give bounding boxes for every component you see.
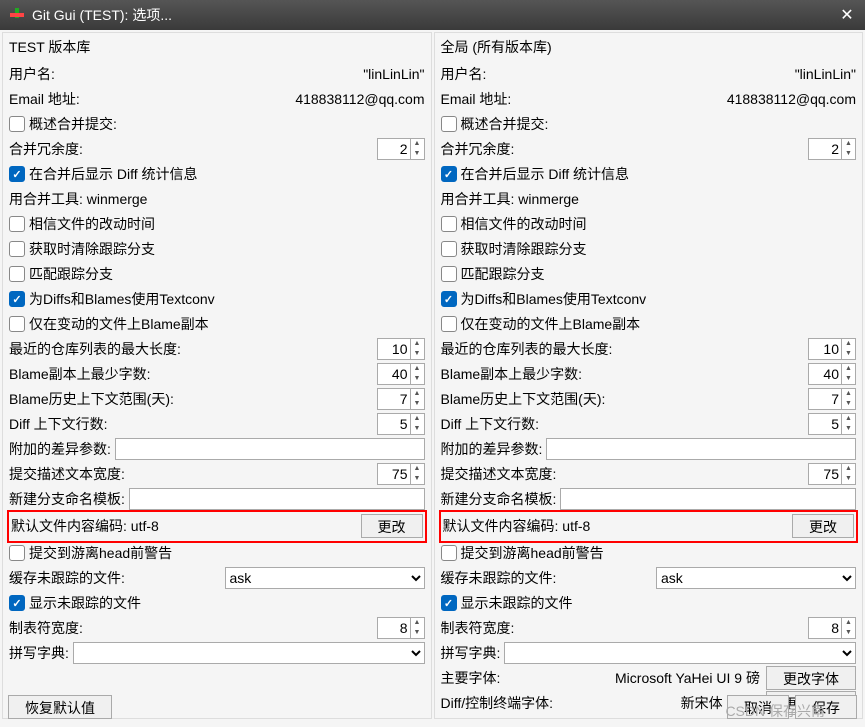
g-blame-changed-checkbox[interactable]: 仅在变动的文件上Blame副本 (441, 314, 641, 334)
recent-repo-label: 最近的仓库列表的最大长度: (9, 339, 377, 359)
close-icon[interactable]: ✕ (837, 5, 857, 25)
new-branch-input[interactable] (129, 488, 425, 510)
user-label: 用户名: (9, 64, 359, 84)
g-untracked-select[interactable]: ask (656, 567, 856, 589)
tabwidth-spin[interactable]: ▲▼ (377, 617, 425, 639)
g-tabwidth-spin[interactable]: ▲▼ (808, 617, 856, 639)
email-label: Email 地址: (9, 89, 291, 109)
g-commit-w-spin[interactable]: ▲▼ (808, 463, 856, 485)
g-fetch-prune-checkbox[interactable]: 获取时清除跟踪分支 (441, 239, 587, 259)
summarize-checkbox[interactable]: 概述合并提交: (9, 114, 117, 134)
content-area: TEST 版本库 用户名: "linLinLin" Email 地址: 4188… (0, 30, 865, 721)
diff-ctx-label: Diff 上下文行数: (9, 414, 377, 434)
g-blame-ctx-spin[interactable]: ▲▼ (808, 388, 856, 410)
g-blame-min-spin[interactable]: ▲▼ (808, 363, 856, 385)
g-new-branch-input[interactable] (560, 488, 856, 510)
g-diff-ctx-spin[interactable]: ▲▼ (808, 413, 856, 435)
verbosity-label: 合并冗余度: (9, 139, 377, 159)
global-panel: 全局 (所有版本库) 用户名: "linLinLin" Email 地址: 41… (434, 32, 864, 719)
detached-warn-checkbox[interactable]: 提交到游离head前警告 (9, 543, 172, 563)
blame-changed-label: 仅在变动的文件上Blame副本 (29, 314, 209, 334)
repo-header: TEST 版本库 (9, 37, 425, 61)
diffstat-label: 在合并后显示 Diff 统计信息 (29, 164, 198, 184)
extra-diff-input[interactable] (115, 438, 425, 460)
encoding-value: utf-8 (131, 518, 361, 534)
encoding-highlight: 默认文件内容编码: utf-8更改 (7, 510, 427, 543)
save-button[interactable]: 保存 (795, 695, 857, 719)
mergetool-label: 用合并工具: (9, 189, 83, 209)
g-change-encoding-button[interactable]: 更改 (792, 514, 854, 538)
g-trust-mtime-checkbox[interactable]: 相信文件的改动时间 (441, 214, 587, 234)
fetch-prune-checkbox[interactable]: 获取时清除跟踪分支 (9, 239, 155, 259)
new-branch-label: 新建分支命名模板: (9, 489, 125, 509)
g-match-track-checkbox[interactable]: 匹配跟踪分支 (441, 264, 545, 284)
bottom-bar: 恢复默认值 取消 保存 (8, 695, 857, 719)
email-value: 418838112@qq.com (295, 91, 424, 107)
untracked-label: 缓存未跟踪的文件: (9, 568, 225, 588)
blame-changed-checkbox[interactable]: 仅在变动的文件上Blame副本 (9, 314, 209, 334)
g-extra-diff-input[interactable] (546, 438, 856, 460)
textconv-label: 为Diffs和Blames使用Textconv (29, 289, 215, 309)
main-font-value: Microsoft YaHei UI 9 磅 (500, 668, 766, 688)
match-track-label: 匹配跟踪分支 (29, 264, 113, 284)
g-show-untracked-checkbox[interactable]: 显示未跟踪的文件 (441, 593, 573, 613)
extra-diff-label: 附加的差异参数: (9, 439, 111, 459)
global-header: 全局 (所有版本库) (441, 37, 857, 61)
change-encoding-button[interactable]: 更改 (361, 514, 423, 538)
trust-mtime-label: 相信文件的改动时间 (29, 214, 155, 234)
untracked-select[interactable]: ask (225, 567, 425, 589)
g-textconv-checkbox[interactable]: 为Diffs和Blames使用Textconv (441, 289, 647, 309)
g-email-label: Email 地址: (441, 89, 723, 109)
user-value: "linLinLin" (363, 66, 424, 82)
blame-ctx-spin[interactable]: ▲▼ (377, 388, 425, 410)
trust-mtime-checkbox[interactable]: 相信文件的改动时间 (9, 214, 155, 234)
encoding-label: 默认文件内容编码: (11, 516, 127, 536)
window-title: Git Gui (TEST): 选项... (32, 5, 837, 25)
diffstat-checkbox[interactable]: 在合并后显示 Diff 统计信息 (9, 164, 198, 184)
verbosity-spin[interactable]: ▲▼ (377, 138, 425, 160)
change-main-font-button[interactable]: 更改字体 (766, 666, 856, 690)
g-summarize-checkbox[interactable]: 概述合并提交: (441, 114, 549, 134)
g-diffstat-checkbox[interactable]: 在合并后显示 Diff 统计信息 (441, 164, 630, 184)
g-recent-repo-spin[interactable]: ▲▼ (808, 338, 856, 360)
restore-defaults-button[interactable]: 恢复默认值 (8, 695, 112, 719)
tabwidth-label: 制表符宽度: (9, 618, 377, 638)
summarize-label: 概述合并提交: (29, 114, 117, 134)
repo-panel: TEST 版本库 用户名: "linLinLin" Email 地址: 4188… (2, 32, 432, 719)
commit-w-label: 提交描述文本宽度: (9, 464, 377, 484)
diff-ctx-spin[interactable]: ▲▼ (377, 413, 425, 435)
fetch-prune-label: 获取时清除跟踪分支 (29, 239, 155, 259)
g-verbosity-spin[interactable]: ▲▼ (808, 138, 856, 160)
g-user-label: 用户名: (441, 64, 791, 84)
g-encoding-highlight: 默认文件内容编码: utf-8更改 (439, 510, 859, 543)
mergetool-value: winmerge (87, 191, 148, 207)
spell-select[interactable] (73, 642, 425, 664)
blame-min-label: Blame副本上最少字数: (9, 364, 377, 384)
show-untracked-checkbox[interactable]: 显示未跟踪的文件 (9, 593, 141, 613)
detached-warn-label: 提交到游离head前警告 (29, 543, 172, 563)
blame-ctx-label: Blame历史上下文范围(天): (9, 389, 377, 409)
g-user-value: "linLinLin" (795, 66, 856, 82)
app-icon (8, 6, 26, 24)
blame-min-spin[interactable]: ▲▼ (377, 363, 425, 385)
commit-w-spin[interactable]: ▲▼ (377, 463, 425, 485)
recent-repo-spin[interactable]: ▲▼ (377, 338, 425, 360)
textconv-checkbox[interactable]: 为Diffs和Blames使用Textconv (9, 289, 215, 309)
titlebar: Git Gui (TEST): 选项... ✕ (0, 0, 865, 30)
g-spell-select[interactable] (504, 642, 856, 664)
g-email-value: 418838112@qq.com (727, 91, 856, 107)
match-track-checkbox[interactable]: 匹配跟踪分支 (9, 264, 113, 284)
g-detached-warn-checkbox[interactable]: 提交到游离head前警告 (441, 543, 604, 563)
spell-label: 拼写字典: (9, 643, 69, 663)
main-font-label: 主要字体: (441, 668, 501, 688)
show-untracked-label: 显示未跟踪的文件 (29, 593, 141, 613)
cancel-button[interactable]: 取消 (727, 695, 789, 719)
